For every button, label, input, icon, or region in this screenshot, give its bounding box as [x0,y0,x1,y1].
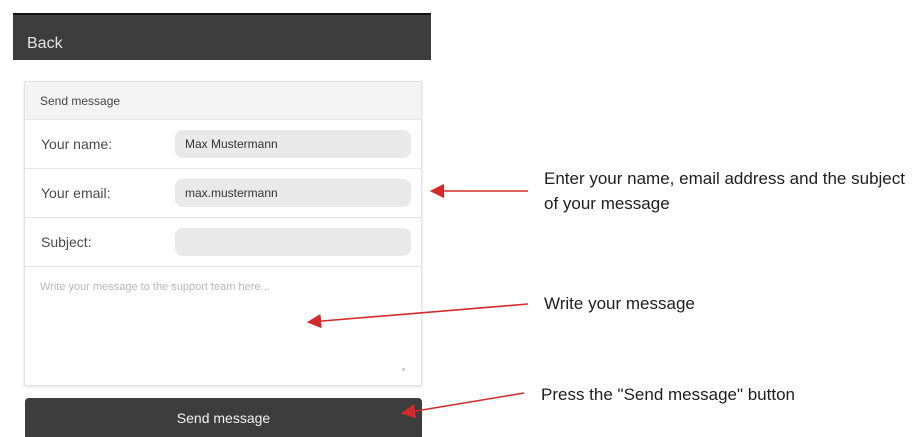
message-textarea[interactable] [25,267,421,385]
send-message-form: Send message Your name: Your email: Subj… [24,81,422,386]
name-input[interactable] [175,130,411,158]
subject-input[interactable] [175,228,411,256]
email-input[interactable] [175,179,411,207]
fields-annotation: Enter your name, email address and the s… [544,169,905,213]
subject-label: Subject: [41,234,92,250]
form-title: Send message [40,94,121,108]
button-arrow [400,392,525,419]
back-button[interactable]: Back [27,35,63,53]
subject-row: Subject: [25,218,421,267]
form-header: Send message [25,82,421,120]
message-annotation: Write your message [544,294,695,313]
button-annotation: Press the "Send message" button [541,385,795,404]
send-message-button[interactable]: Send message [25,398,422,437]
email-label: Your email: [41,185,111,201]
email-row: Your email: [25,169,421,218]
name-row: Your name: [25,120,421,169]
top-bar: Back [13,13,431,60]
name-label: Your name: [41,136,113,152]
resize-grip[interactable] [402,368,405,371]
